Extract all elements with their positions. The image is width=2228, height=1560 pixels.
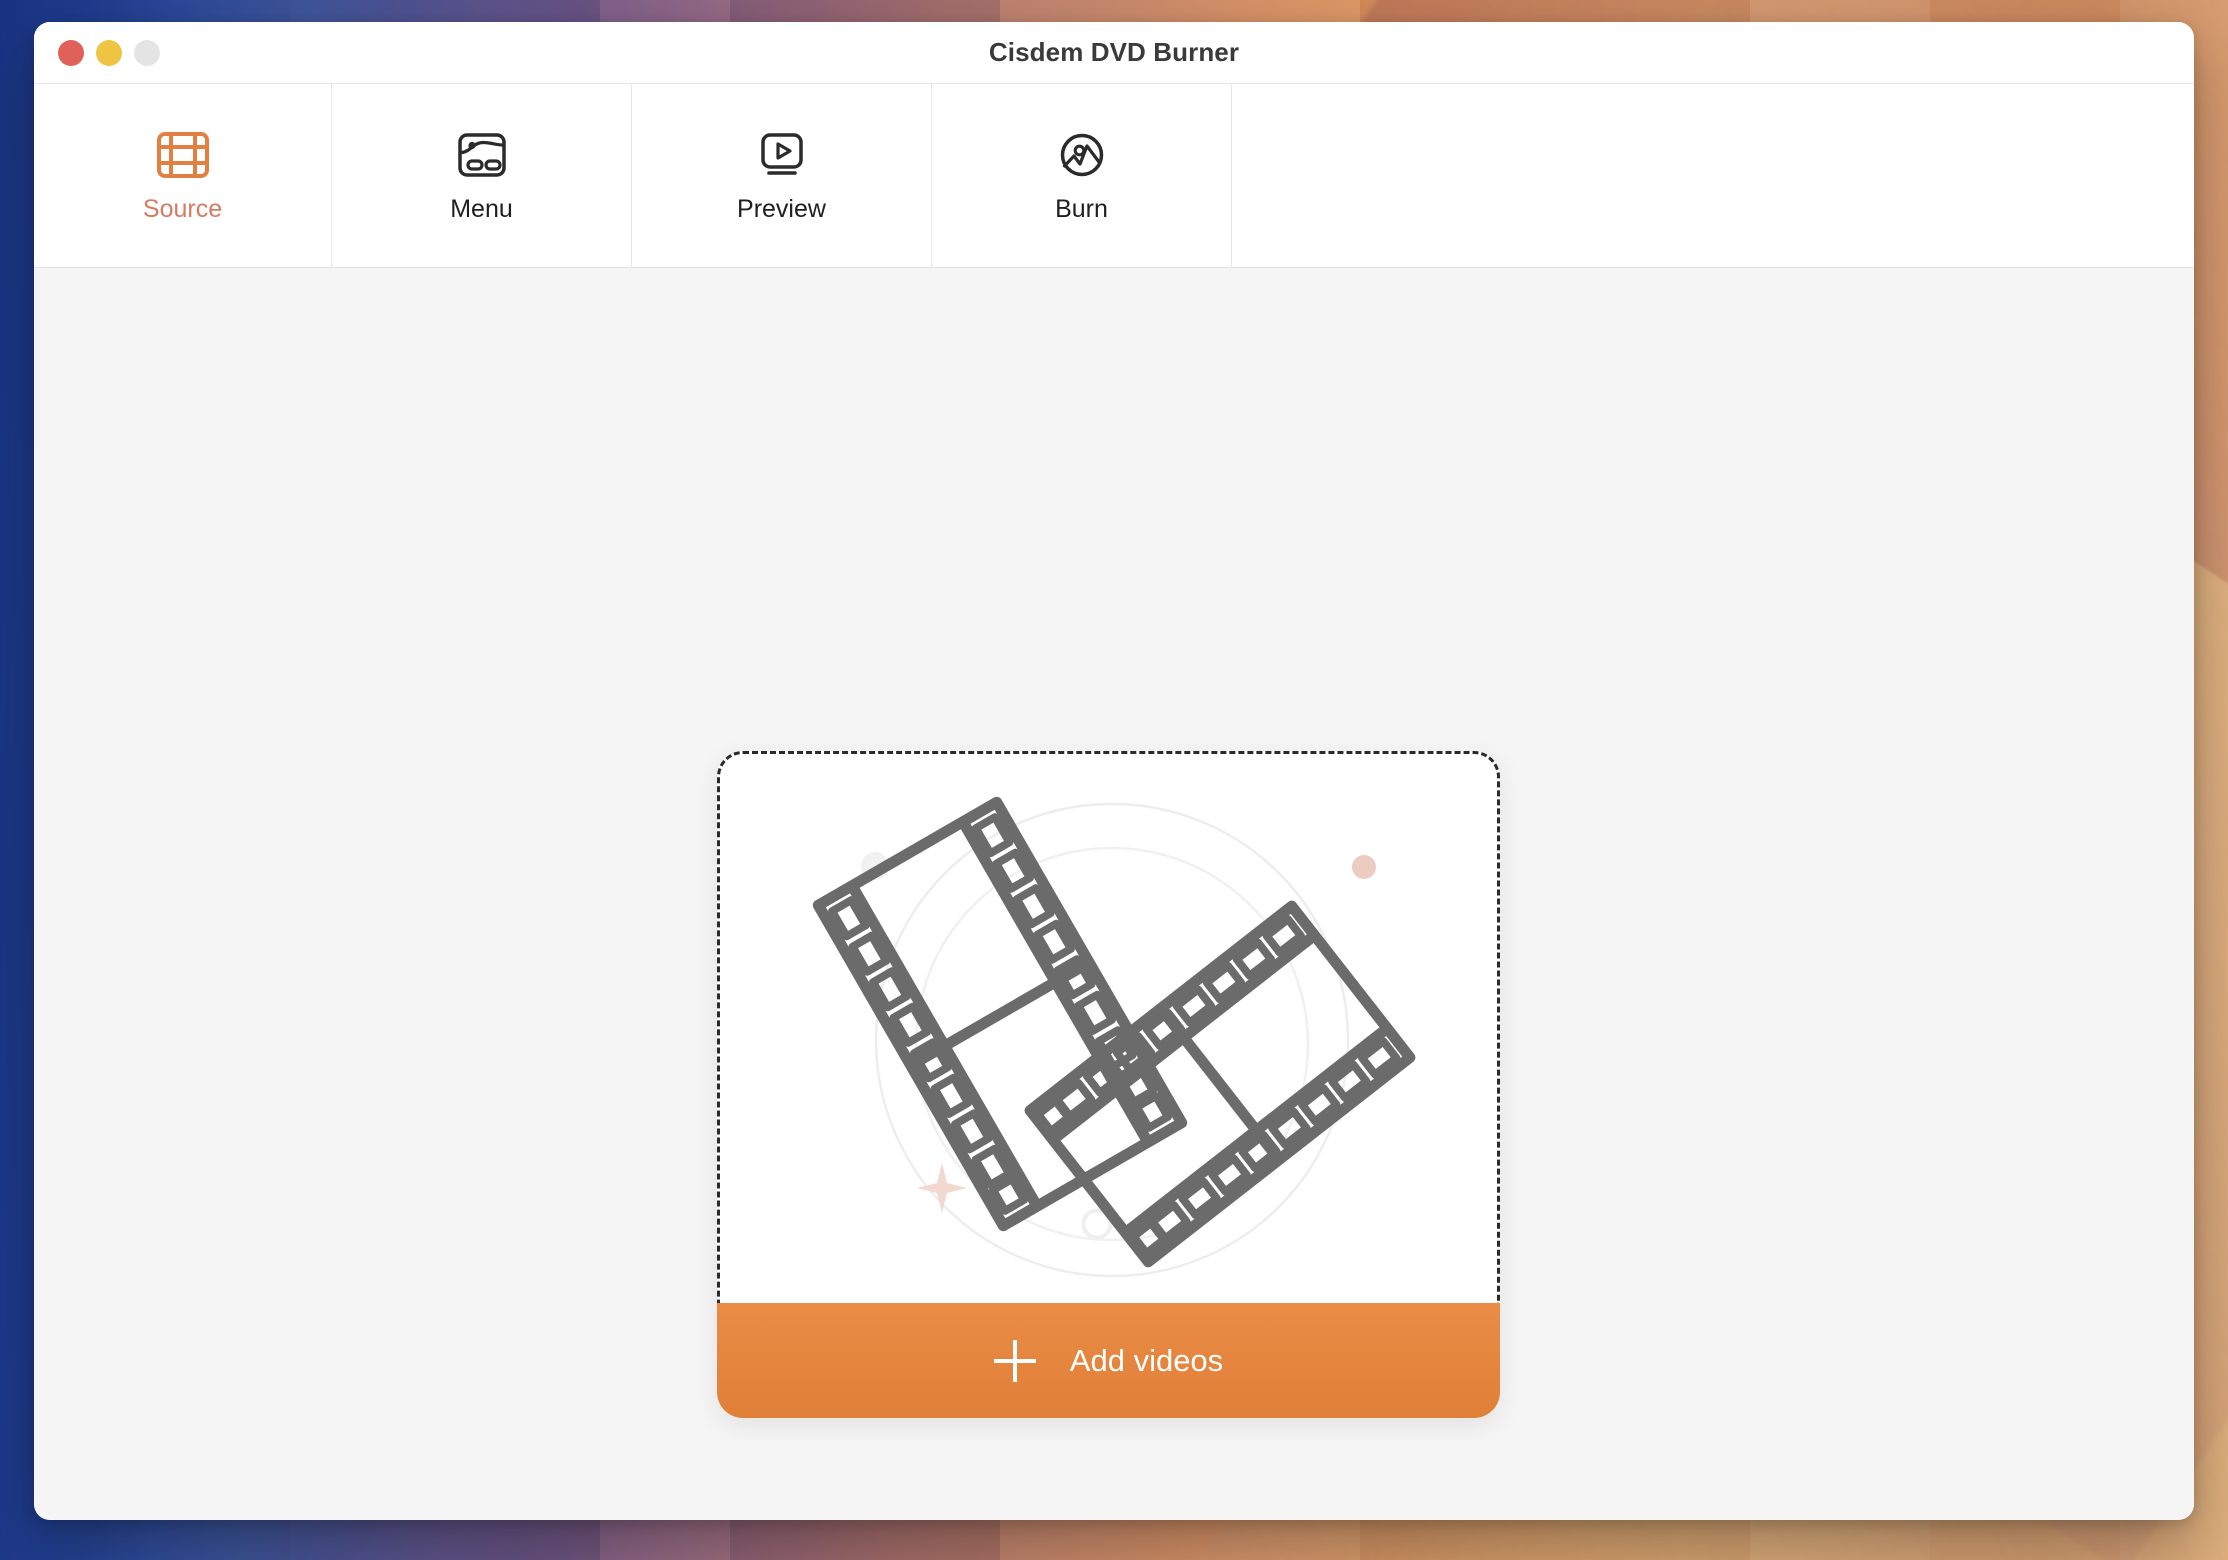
zoom-button[interactable] [134,39,160,66]
two-film-strips-illustration [812,796,1416,1278]
decor-dot-pink [1352,855,1376,879]
toolbar-item-label: Burn [1055,195,1108,223]
close-button[interactable] [58,39,84,66]
add-videos-button[interactable]: Add videos [717,1303,1500,1418]
main-content: Add videos [34,268,2194,1520]
window-title: Cisdem DVD Burner [988,37,1240,67]
minimize-button[interactable] [96,39,122,66]
plus-icon [993,1339,1036,1382]
film-strip-icon [155,127,211,183]
title-bar: Cisdem DVD Burner [34,22,2194,84]
add-videos-label: Add videos [1069,1342,1224,1378]
decor-sparkle [917,1163,967,1213]
traffic-lights [58,39,160,66]
video-drop-zone[interactable] [717,751,1500,1306]
add-videos-card: Add videos [717,751,1500,1418]
toolbar-item-label: Source [142,195,223,223]
toolbar-item-burn[interactable]: Burn [932,84,1232,267]
disc-image-icon [1054,127,1110,183]
menu-template-icon [454,127,510,183]
toolbar-item-label: Menu [450,195,513,223]
toolbar-empty-area [1232,84,2194,267]
toolbar-item-preview[interactable]: Preview [632,84,932,267]
play-monitor-icon [754,127,810,183]
toolbar: Source Menu Preview Burn [34,84,2194,268]
toolbar-item-source[interactable]: Source [34,84,332,267]
app-window: Cisdem DVD Burner Source Menu Preview Bu… [34,22,2194,1520]
toolbar-item-menu[interactable]: Menu [332,84,632,267]
toolbar-item-label: Preview [737,195,826,223]
